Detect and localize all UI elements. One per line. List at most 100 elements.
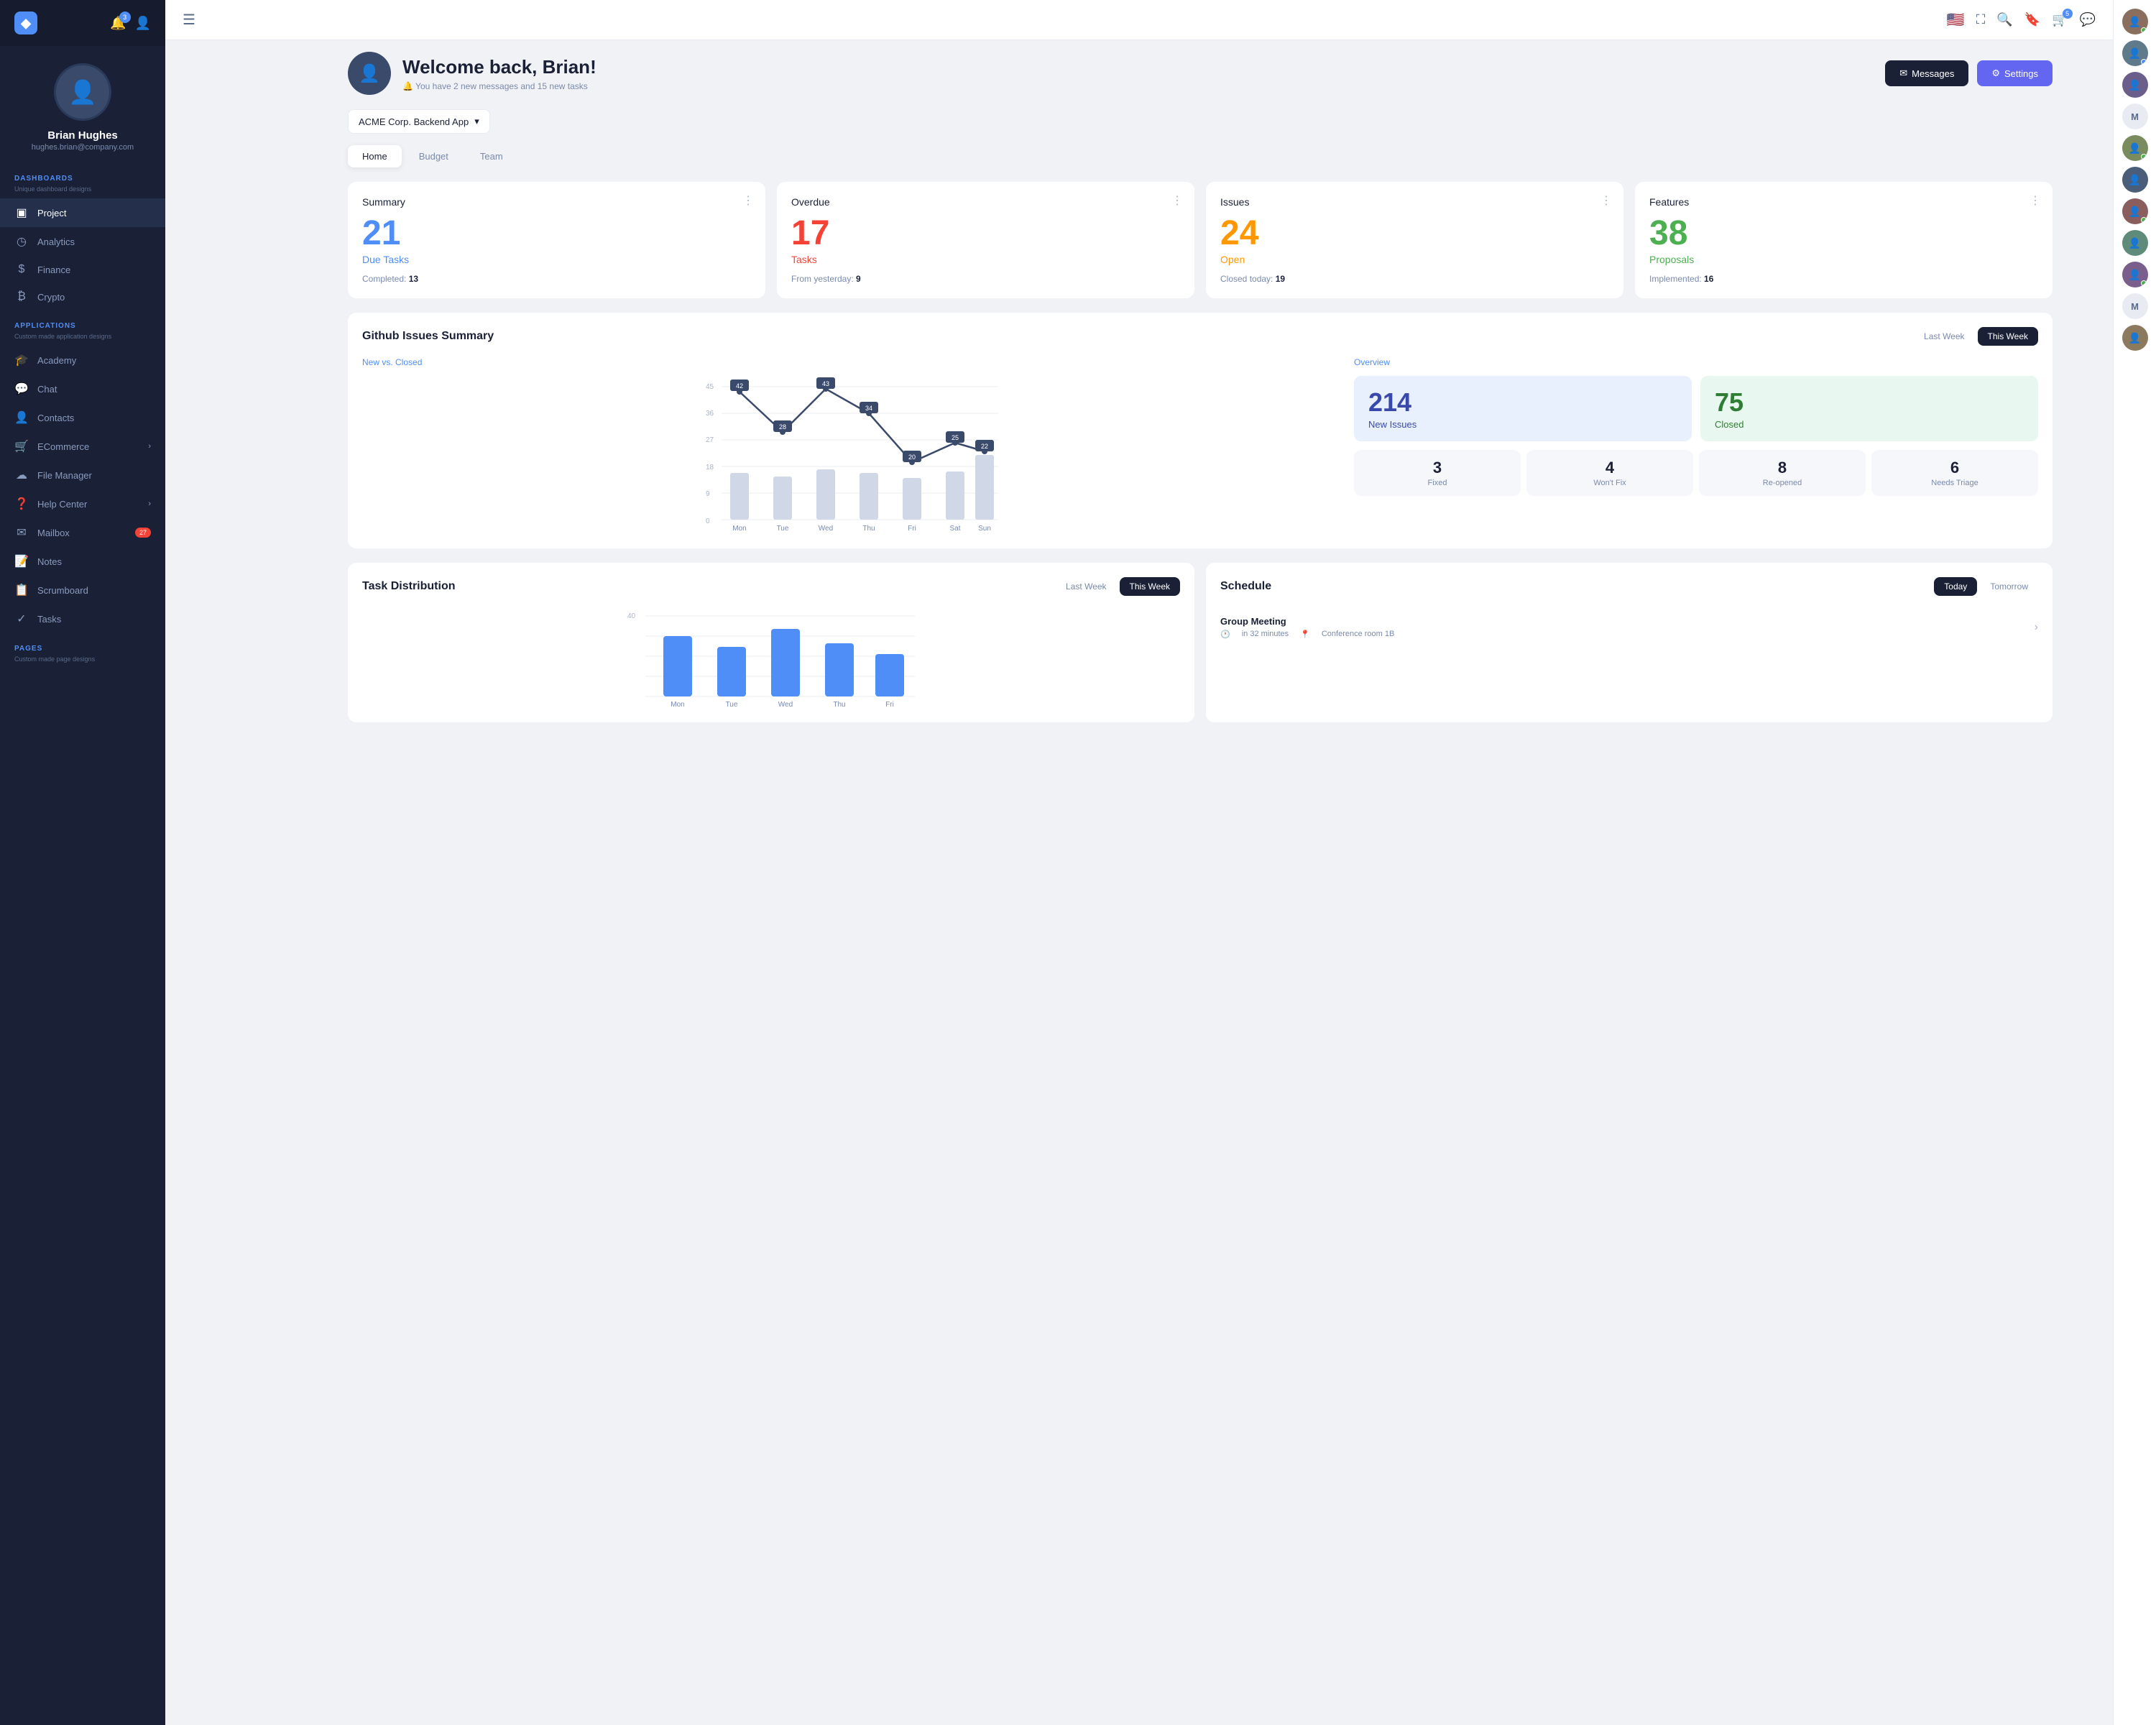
rp-avatar-9[interactable]: 👤	[2122, 325, 2148, 351]
welcome-avatar: 👤	[348, 52, 391, 95]
pages-section-sub: Custom made page designs	[0, 656, 165, 668]
project-selector[interactable]: ACME Corp. Backend App ▾	[348, 109, 490, 134]
search-icon[interactable]: 🔍	[1996, 12, 2012, 27]
task-dist-header: Task Distribution Last Week This Week	[362, 577, 1180, 596]
academy-icon: 🎓	[14, 353, 29, 367]
rp-avatar-6[interactable]: 👤	[2122, 198, 2148, 224]
rp-avatar-5[interactable]: 👤	[2122, 167, 2148, 193]
rp-avatar-8[interactable]: 👤	[2122, 262, 2148, 288]
main-content: 👤 Welcome back, Brian! 🔔 You have 2 new …	[331, 0, 2070, 1725]
helpcenter-arrow-icon: ›	[148, 500, 151, 508]
task-dist-week-toggle: Last Week This Week	[1056, 577, 1180, 596]
analytics-icon: ◷	[14, 234, 29, 249]
finance-icon: $	[14, 263, 29, 276]
features-card-menu[interactable]: ⋮	[2030, 193, 2041, 208]
rp-avatar-3[interactable]: 👤	[2122, 72, 2148, 98]
user-avatar[interactable]: 👤	[54, 63, 111, 121]
task-dist-last-week-btn[interactable]: Last Week	[1056, 577, 1116, 596]
topnav-chat-icon[interactable]: 💬	[2080, 12, 2096, 27]
tab-home[interactable]: Home	[348, 145, 402, 167]
tab-budget[interactable]: Budget	[405, 145, 463, 167]
task-dist-chart: 40 Mon Tue Wed Thu	[362, 607, 1180, 708]
right-panel: 👤 👤 👤 M 👤 👤 👤 👤 👤 M 👤	[2113, 0, 2156, 1725]
sidebar-item-project[interactable]: ▣ Project	[0, 198, 165, 227]
svg-text:Thu: Thu	[862, 525, 875, 533]
sidebar-item-academy[interactable]: 🎓 Academy	[0, 346, 165, 374]
messages-btn-label: Messages	[1912, 68, 1954, 79]
flag-icon[interactable]: 🇺🇸	[1947, 11, 1965, 29]
schedule-event-group-meeting: Group Meeting 🕐 in 32 minutes 📍 Conferen…	[1220, 607, 2038, 648]
tab-team[interactable]: Team	[466, 145, 517, 167]
user-profile-area: 👤 Brian Hughes hughes.brian@company.com	[0, 46, 165, 163]
rp-avatar-2-status	[2141, 59, 2147, 65]
sidebar-item-analytics[interactable]: ◷ Analytics	[0, 227, 165, 256]
sidebar-item-crypto[interactable]: ₿ Crypto	[0, 283, 165, 310]
sidebar-item-mailbox[interactable]: ✉ Mailbox 27	[0, 518, 165, 547]
wontfix-mini-card: 4 Won't Fix	[1526, 450, 1693, 496]
settings-button[interactable]: ⚙ Settings	[1977, 60, 2053, 86]
reopened-number: 8	[1705, 459, 1860, 477]
schedule-today-btn[interactable]: Today	[1934, 577, 1977, 596]
github-week-toggle: Last Week This Week	[1914, 327, 2038, 346]
sidebar-item-helpcenter[interactable]: ❓ Help Center ›	[0, 489, 165, 518]
schedule-event-meta: 🕐 in 32 minutes 📍 Conference room 1B	[1220, 630, 1394, 639]
sidebar-item-filemanager[interactable]: ☁ File Manager	[0, 461, 165, 489]
rp-avatar-7[interactable]: 👤	[2122, 230, 2148, 256]
rp-letter-m2[interactable]: M	[2122, 293, 2148, 319]
welcome-left: 👤 Welcome back, Brian! 🔔 You have 2 new …	[348, 52, 596, 95]
app-logo[interactable]: ◆	[14, 12, 37, 34]
profile-icon[interactable]: 👤	[135, 16, 151, 31]
menu-icon[interactable]: ☰	[183, 11, 195, 29]
fixed-number: 3	[1360, 459, 1515, 477]
fixed-label: Fixed	[1360, 479, 1515, 487]
schedule-event-arrow-icon[interactable]: ›	[2035, 621, 2038, 634]
issues-number: 24	[1220, 216, 1609, 251]
new-issues-label: New Issues	[1368, 419, 1677, 430]
bookmark-icon[interactable]: 🔖	[2024, 12, 2040, 27]
sidebar-item-label-academy: Academy	[37, 355, 76, 366]
messages-button[interactable]: ✉ Messages	[1885, 60, 1968, 86]
new-issues-card: 214 New Issues	[1354, 376, 1692, 441]
issues-footer: Closed today: 19	[1220, 274, 1609, 284]
triage-mini-card: 6 Needs Triage	[1871, 450, 2038, 496]
reopened-label: Re-opened	[1705, 479, 1860, 487]
chart-subtitle: New vs. Closed	[362, 357, 1340, 367]
rp-avatar-1[interactable]: 👤	[2122, 9, 2148, 34]
welcome-buttons: ✉ Messages ⚙ Settings	[1885, 60, 2053, 86]
sidebar-item-finance[interactable]: $ Finance	[0, 256, 165, 283]
schedule-event-time: in 32 minutes	[1242, 630, 1289, 639]
settings-btn-label: Settings	[2004, 68, 2038, 79]
sidebar-item-notes[interactable]: 📝 Notes	[0, 547, 165, 576]
schedule-tomorrow-btn[interactable]: Tomorrow	[1980, 577, 2038, 596]
sidebar-item-chat[interactable]: 💬 Chat	[0, 374, 165, 403]
rp-avatar-2[interactable]: 👤	[2122, 40, 2148, 66]
sidebar-item-label-filemanager: File Manager	[37, 470, 92, 481]
stat-cards: Summary ⋮ 21 Due Tasks Completed: 13 Ove…	[348, 182, 2053, 298]
notification-icon[interactable]: 🔔 3	[110, 16, 126, 31]
rp-avatar-4[interactable]: 👤	[2122, 135, 2148, 161]
summary-card-menu[interactable]: ⋮	[742, 193, 754, 208]
github-this-week-btn[interactable]: This Week	[1978, 327, 2038, 346]
task-dist-this-week-btn[interactable]: This Week	[1120, 577, 1180, 596]
overdue-card-menu[interactable]: ⋮	[1171, 193, 1183, 208]
svg-text:22: 22	[981, 443, 988, 450]
fixed-mini-card: 3 Fixed	[1354, 450, 1521, 496]
schedule-card: Schedule Today Tomorrow Group Meeting 🕐 …	[1206, 563, 2053, 722]
cart-icon[interactable]: 🛒 5	[2052, 12, 2068, 27]
svg-text:9: 9	[706, 490, 710, 498]
crypto-icon: ₿	[14, 290, 29, 303]
project-selector-label: ACME Corp. Backend App	[359, 116, 469, 127]
expand-icon[interactable]: ⛶	[1976, 12, 1986, 27]
sidebar-item-scrumboard[interactable]: 📋 Scrumboard	[0, 576, 165, 604]
wontfix-number: 4	[1532, 459, 1687, 477]
rp-letter-m1[interactable]: M	[2122, 104, 2148, 129]
topnav: ☰ 🇺🇸 ⛶ 🔍 🔖 🛒 5 💬	[165, 0, 2113, 40]
issues-card-menu[interactable]: ⋮	[1600, 193, 1612, 208]
github-chart-area: New vs. Closed 45 36 27 18 9 0	[362, 357, 1340, 534]
contacts-icon: 👤	[14, 410, 29, 425]
sidebar-item-ecommerce[interactable]: 🛒 ECommerce ›	[0, 432, 165, 461]
sidebar-item-contacts[interactable]: 👤 Contacts	[0, 403, 165, 432]
github-last-week-btn[interactable]: Last Week	[1914, 327, 1974, 346]
applications-section-label: APPLICATIONS	[0, 310, 165, 333]
sidebar-item-tasks[interactable]: ✓ Tasks	[0, 604, 165, 633]
